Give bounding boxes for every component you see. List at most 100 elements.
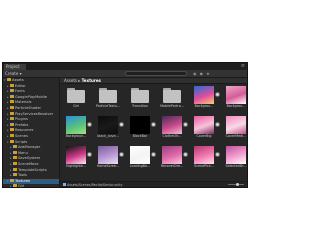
folder-icon [13, 173, 17, 177]
asset-label: Girl [73, 104, 79, 108]
tree-item-label: Materials [15, 100, 32, 105]
asset-label: CoverMedi... [225, 134, 247, 138]
folder-icon [162, 86, 182, 104]
expand-sprite-icon[interactable] [215, 92, 220, 97]
expand-sprite-icon[interactable] [119, 122, 124, 127]
texture-thumbnail [226, 116, 246, 134]
folder-asset[interactable]: Girl [63, 86, 89, 110]
tree-item-label: Menu [18, 150, 28, 155]
texture-thumbnail [162, 116, 182, 134]
folder-icon [10, 178, 14, 182]
folder-icon [7, 78, 11, 81]
asset-label: ParticleTextu... [95, 104, 121, 108]
asset-label: Highlighte... [65, 164, 87, 168]
expand-sprite-icon[interactable] [215, 122, 220, 127]
status-path: Assets/Scenes/RecitalSenior.unity [67, 183, 123, 187]
texture-asset[interactable]: CoverBig [191, 116, 220, 140]
asset-label: Backgroun... [65, 134, 87, 138]
folder-icon [10, 100, 14, 104]
asset-label: RecoverDre... [160, 164, 184, 168]
tree-item-label: Editor [15, 83, 26, 88]
create-button[interactable]: Create ▾ [5, 71, 22, 76]
expand-sprite-icon[interactable] [247, 152, 248, 157]
tree-item-label: Girl [18, 184, 25, 188]
texture-asset[interactable]: HomeScree... [95, 146, 124, 170]
folder-icon [66, 86, 86, 104]
texture-asset[interactable]: ClothesTe... [159, 116, 188, 140]
zoom-slider[interactable] [228, 183, 244, 186]
tree-item-label: Scenes [15, 133, 28, 138]
asset-label: Backgrou... [226, 104, 246, 108]
tree-item[interactable]: ▸ Girl [3, 184, 59, 188]
asset-label: Backgrou... [194, 104, 214, 108]
texture-thumbnail [130, 116, 150, 134]
texture-asset[interactable]: Backgrou... [223, 86, 248, 110]
folder-asset[interactable]: ParticleTextu... [95, 86, 121, 110]
tree-item-label: SceneMove [18, 161, 39, 166]
texture-asset[interactable]: SelectedDr... [223, 146, 248, 170]
asset-label: Transition [132, 104, 148, 108]
tree-item-label: ParticleShader [15, 105, 42, 110]
tree-item-label: Textures [15, 178, 31, 183]
expand-sprite-icon[interactable] [87, 152, 92, 157]
breadcrumb-root[interactable]: Assets [64, 78, 77, 83]
folder-icon [10, 139, 14, 143]
project-window: Project ≡ Create ▾ ◉ ◆ ★ ▾ Assets ▸ Editor ▸… [2, 62, 248, 188]
search-input[interactable] [125, 71, 187, 76]
expand-sprite-icon[interactable] [151, 152, 156, 157]
texture-thumbnail [98, 116, 118, 134]
asset-label: MobilePortra... [160, 104, 184, 108]
texture-asset[interactable]: CoverMedi... [223, 116, 248, 140]
asset-label: ClothesTe... [162, 134, 182, 138]
folder-icon [10, 89, 14, 93]
zoom-slider-knob[interactable] [235, 183, 239, 186]
expand-sprite-icon[interactable] [215, 152, 220, 157]
tree-item-label: GooglePlayMobile [15, 94, 47, 99]
folder-icon [10, 83, 14, 87]
expand-sprite-icon[interactable] [119, 152, 124, 157]
asset-label: HomeScree... [96, 164, 120, 168]
asset-label: BlackBar [132, 134, 148, 138]
texture-asset[interactable]: Backgroun... [63, 116, 92, 140]
expand-sprite-icon[interactable] [247, 122, 248, 127]
asset-label: ScenePick... [194, 164, 214, 168]
tree-item-label: Prefabs [15, 122, 29, 127]
texture-thumbnail [66, 116, 86, 134]
window-menu-icon[interactable]: ≡ [241, 63, 245, 70]
texture-asset[interactable]: BlackBar [127, 116, 156, 140]
folder-asset[interactable]: Transition [127, 86, 153, 110]
texture-asset[interactable]: Backgrou... [191, 86, 220, 110]
expand-sprite-icon[interactable] [247, 92, 248, 97]
filter-icons[interactable]: ◉ ◆ ★ [193, 71, 211, 76]
folder-icon [13, 161, 17, 165]
tree-item-label: Tools [18, 173, 27, 178]
breadcrumb-current[interactable]: Textures [82, 78, 101, 83]
texture-thumbnail [226, 146, 246, 164]
asset-browser: Assets ▸ Textures Girl ParticleTextu... Tr… [60, 78, 247, 187]
folder-icon [10, 111, 14, 115]
tree-item-label: TemplateScripts [18, 167, 47, 172]
texture-thumbnail [194, 86, 214, 104]
texture-asset[interactable]: black_cove... [95, 116, 124, 140]
texture-thumbnail [194, 146, 214, 164]
texture-asset[interactable]: ScenePick... [191, 146, 220, 170]
tree-item-label: Plugins [15, 117, 28, 122]
status-bar: Assets/Scenes/RecitalSenior.unity [60, 181, 247, 187]
texture-asset[interactable]: Highlighte... [63, 146, 92, 170]
tree-item-label: Resources [15, 128, 34, 133]
texture-asset[interactable]: RecoverDre... [159, 146, 188, 170]
folder-icon [10, 128, 14, 132]
folder-icon [98, 86, 118, 104]
tree-item-label: Assets [12, 78, 24, 82]
texture-asset[interactable]: LoadingBa... [127, 146, 156, 170]
folder-icon [130, 86, 150, 104]
expand-sprite-icon[interactable] [151, 122, 156, 127]
folder-asset[interactable]: MobilePortra... [159, 86, 185, 110]
expand-sprite-icon[interactable] [183, 122, 188, 127]
folder-icon [10, 122, 14, 126]
project-toolbar: Create ▾ ◉ ◆ ★ [3, 70, 247, 78]
tree-item-label: AdsManager [18, 145, 41, 150]
expand-sprite-icon[interactable] [183, 152, 188, 157]
expand-sprite-icon[interactable] [87, 122, 92, 127]
tree-item-label: SaveSystem [18, 156, 41, 161]
